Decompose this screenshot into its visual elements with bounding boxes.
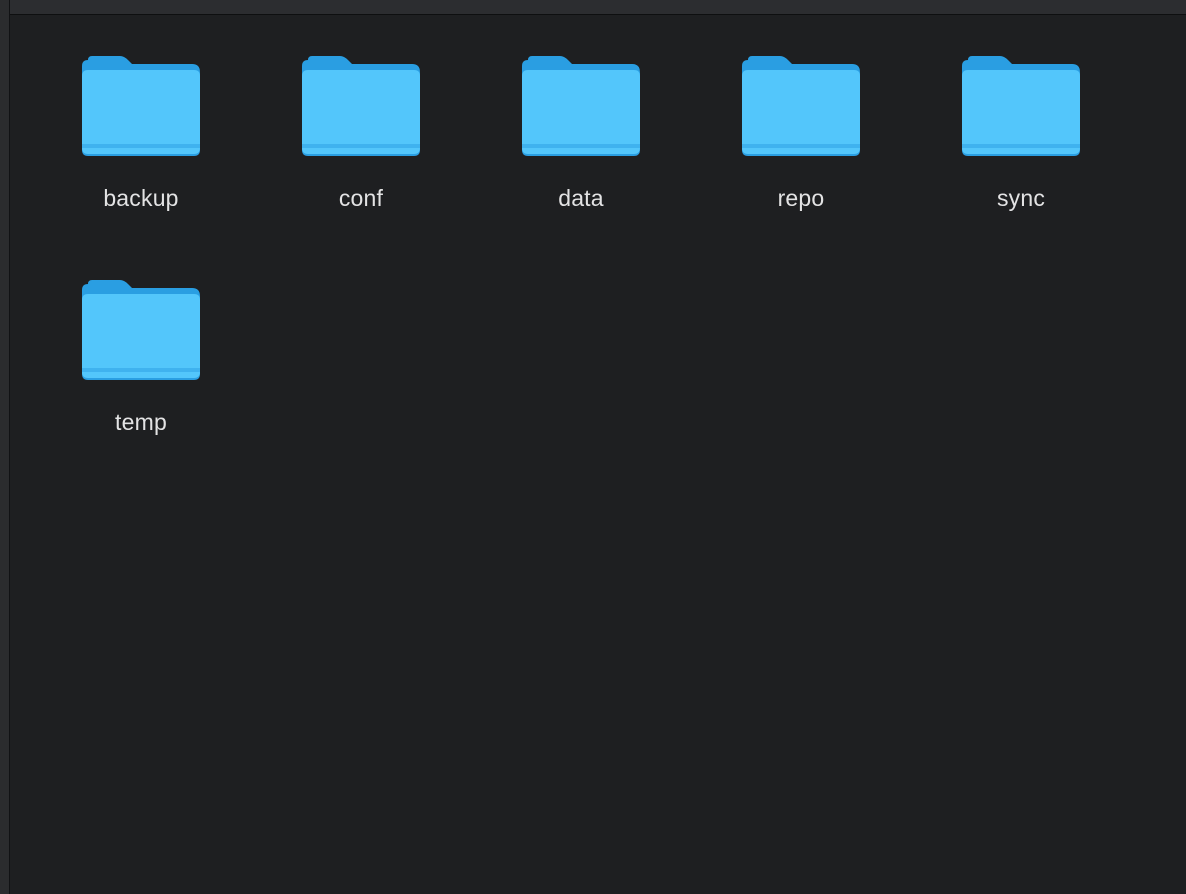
folder-label: repo — [777, 185, 825, 211]
folder-icon — [82, 56, 200, 156]
folder-label: data — [558, 185, 604, 211]
folder-label: sync — [996, 185, 1046, 211]
folder-item-temp[interactable]: temp — [61, 264, 221, 474]
folder-item-sync[interactable]: sync — [941, 40, 1101, 250]
folder-icon — [962, 56, 1080, 156]
folder-icon — [82, 280, 200, 380]
folder-label: backup — [103, 185, 179, 211]
folder-icon — [302, 56, 420, 156]
folder-icon — [522, 56, 640, 156]
folder-label: conf — [338, 185, 384, 211]
folder-item-backup[interactable]: backup — [61, 40, 221, 250]
toolbar-strip — [10, 0, 1186, 15]
folder-item-repo[interactable]: repo — [721, 40, 881, 250]
folder-item-data[interactable]: data — [501, 40, 661, 250]
folder-label: temp — [115, 409, 167, 435]
folder-item-conf[interactable]: conf — [281, 40, 441, 250]
folder-icon — [742, 56, 860, 156]
finder-window: backup conf data repo sync temp — [0, 0, 1186, 894]
window-left-edge — [0, 0, 10, 894]
